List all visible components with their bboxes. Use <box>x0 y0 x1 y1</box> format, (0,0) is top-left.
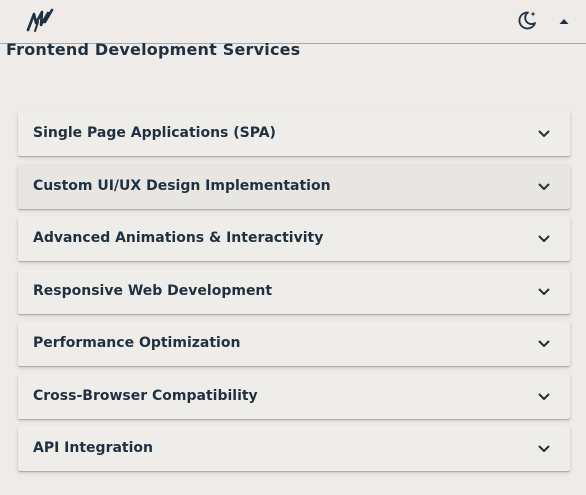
chevron-down-icon[interactable] <box>536 126 552 142</box>
chevron-down-icon[interactable] <box>536 336 552 352</box>
brand-logo-icon[interactable] <box>26 8 54 34</box>
accordion-item-label: Custom UI/UX Design Implementation <box>33 177 331 194</box>
accordion-item-label: Advanced Animations & Interactivity <box>33 230 324 246</box>
accordion-item-animations[interactable]: Advanced Animations & Interactivity <box>18 216 570 261</box>
accordion-item-ui-ux-design[interactable]: Custom UI/UX Design Implementation <box>18 163 570 209</box>
accordion-item-spa[interactable]: Single Page Applications (SPA) <box>18 111 570 156</box>
chevron-down-icon[interactable] <box>536 231 552 247</box>
moon-star-icon[interactable] <box>516 9 538 31</box>
services-accordion: Single Page Applications (SPA) Custom UI… <box>18 111 570 479</box>
accordion-item-label: Single Page Applications (SPA) <box>33 125 276 141</box>
top-navigation-bar <box>0 0 586 44</box>
accordion-item-performance[interactable]: Performance Optimization <box>18 321 570 366</box>
accordion-item-label: Responsive Web Development <box>33 282 273 299</box>
chevron-down-icon[interactable] <box>536 284 552 300</box>
page-title: Frontend Development Services <box>6 40 301 59</box>
accordion-item-responsive[interactable]: Responsive Web Development <box>18 268 570 314</box>
accordion-item-label: Cross-Browser Compatibility <box>33 387 258 404</box>
caret-up-icon[interactable] <box>556 13 572 29</box>
chevron-down-icon[interactable] <box>536 441 552 457</box>
chevron-down-icon[interactable] <box>536 389 552 405</box>
accordion-item-label: Performance Optimization <box>33 335 241 351</box>
accordion-item-cross-browser[interactable]: Cross-Browser Compatibility <box>18 373 570 419</box>
accordion-item-api-integration[interactable]: API Integration <box>18 426 570 471</box>
accordion-item-label: API Integration <box>33 440 153 456</box>
chevron-down-icon[interactable] <box>536 179 552 195</box>
